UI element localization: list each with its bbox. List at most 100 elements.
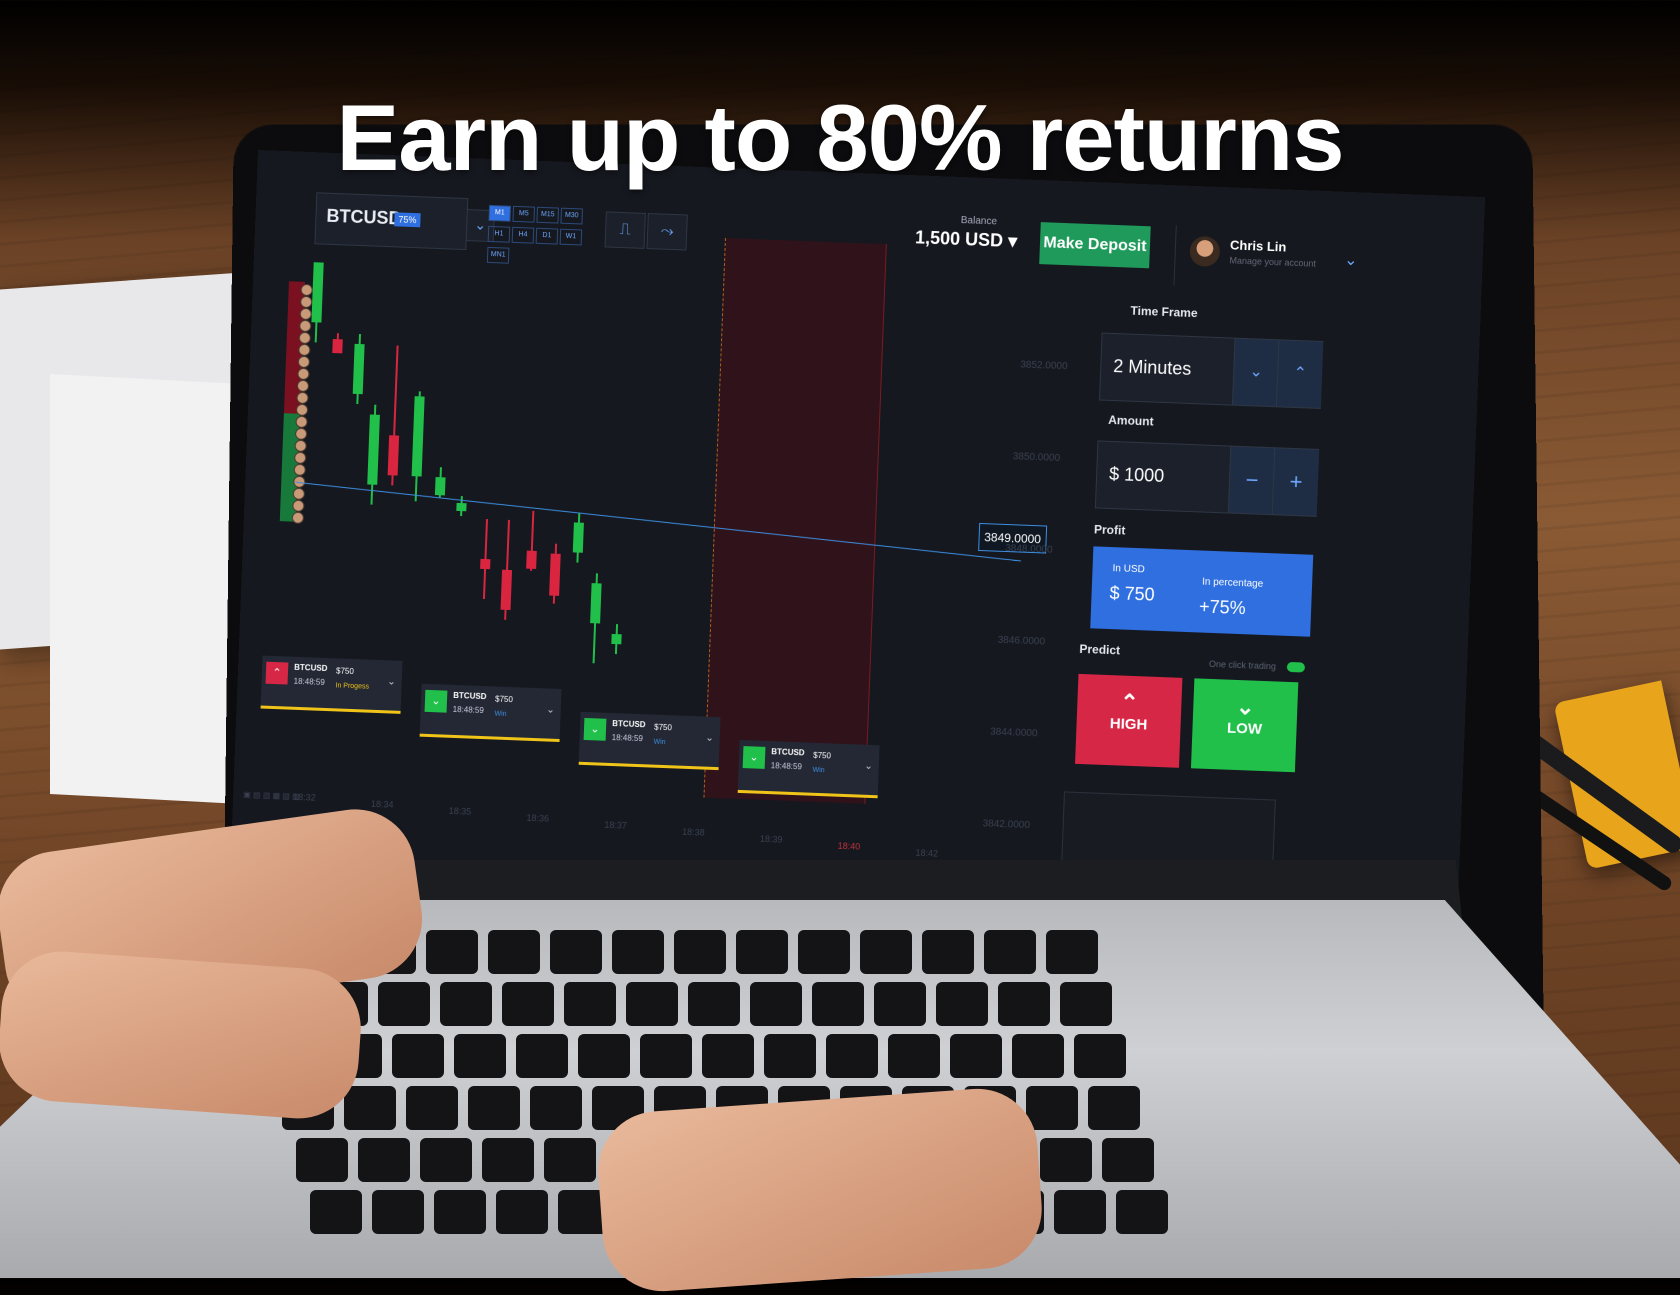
keyboard-key (888, 1034, 940, 1078)
amount-value: $ 1000 (1109, 464, 1165, 487)
keyboard-key (482, 1138, 534, 1182)
arrow-down-icon: ⌄ (584, 718, 607, 741)
account-subtitle: Manage your account (1229, 255, 1316, 268)
keyboard-key (1054, 1190, 1106, 1234)
keyboard-key (826, 1034, 878, 1078)
keyboard-key (496, 1190, 548, 1234)
keyboard-key (420, 1138, 472, 1182)
trade-card[interactable]: ⌄BTCUSD$75018:48:59Win⌄ (420, 684, 562, 742)
time-axis-label: 18:35 (449, 806, 472, 817)
profit-pct-label: In percentage (1202, 577, 1264, 590)
timeframe-increase-button[interactable]: ⌃ (1276, 340, 1324, 408)
symbol-payout-badge: 75% (394, 212, 421, 227)
timeframe-button-h4[interactable]: H4 (512, 227, 535, 244)
keyboard-key (936, 982, 988, 1026)
keyboard-key (750, 982, 802, 1026)
timeframe-value: 2 Minutes (1113, 356, 1192, 380)
timeframe-field[interactable]: 2 Minutes ⌄ ⌃ (1099, 333, 1323, 409)
time-axis-label: 18:42 (915, 848, 938, 859)
make-deposit-button[interactable]: Make Deposit (1039, 222, 1151, 268)
timeframe-button-mn1[interactable]: MN1 (487, 247, 510, 264)
indicators-icon[interactable]: ⤳ (646, 213, 687, 251)
time-axis-label: 18:39 (760, 834, 783, 845)
keyboard-key (516, 1034, 568, 1078)
keyboard-key (798, 930, 850, 974)
timeframe-button-m30[interactable]: M30 (560, 208, 583, 225)
trade-time: 18:48:59 (612, 733, 643, 743)
symbol-label: BTCUSD (326, 206, 402, 230)
chevron-down-icon[interactable]: ⌄ (864, 761, 873, 772)
timeframe-decrease-button[interactable]: ⌄ (1232, 339, 1280, 407)
profit-usd-label: In USD (1112, 563, 1145, 575)
account-menu[interactable]: Chris Lin Manage your account ⌄ (1173, 225, 1366, 292)
amount-field[interactable]: $ 1000 − + (1095, 440, 1319, 516)
keyboard-key (578, 1034, 630, 1078)
keyboard-key (372, 1190, 424, 1234)
trade-status: Win (653, 739, 665, 746)
one-click-toggle[interactable] (1287, 662, 1305, 673)
symbol-selector[interactable]: BTCUSD 75% ⌄ (314, 192, 468, 250)
timeframe-button-m5[interactable]: M5 (512, 206, 535, 223)
chevron-down-icon[interactable]: ⌄ (387, 676, 396, 687)
trade-time: 18:48:59 (771, 761, 802, 771)
arrow-down-icon: ⌄ (1193, 692, 1298, 722)
timeframe-button-d1[interactable]: D1 (536, 228, 559, 245)
avatar (1189, 236, 1220, 267)
keyboard-key (544, 1138, 596, 1182)
keyboard-key (440, 982, 492, 1026)
keyboard-key (1060, 982, 1112, 1026)
balance-label: Balance (961, 215, 998, 227)
keyboard-key (530, 1086, 582, 1130)
trade-symbol: BTCUSD (771, 747, 805, 757)
price-axis-label: 3850.0000 (1013, 451, 1061, 464)
trade-symbol: BTCUSD (453, 691, 487, 701)
trade-amount: $750 (654, 723, 672, 733)
trade-status: Win (494, 710, 506, 717)
trade-status: Win (812, 767, 824, 774)
keyboard-key (984, 930, 1036, 974)
timeframe-button-h1[interactable]: H1 (488, 226, 511, 243)
chart-type-icon[interactable]: ⎍ (605, 211, 646, 249)
timeframe-group: M1M5M15M30 H1H4D1W1 MN1 (486, 201, 598, 268)
keyboard-key (426, 930, 478, 974)
trade-symbol: BTCUSD (294, 663, 328, 673)
time-axis-label: 18:37 (604, 820, 627, 831)
low-button[interactable]: ⌄ LOW (1191, 678, 1298, 772)
keyboard-key (392, 1034, 444, 1078)
keyboard-key (950, 1034, 1002, 1078)
time-axis-label: 18:38 (682, 827, 705, 838)
price-axis-label: 3852.0000 (1020, 359, 1068, 372)
trade-amount: $750 (336, 666, 354, 676)
amount-increase-button[interactable]: + (1272, 448, 1320, 516)
balance-value[interactable]: 1,500 USD ▾ (915, 227, 1018, 252)
keyboard-key (310, 1190, 362, 1234)
arrow-up-icon: ⌃ (1077, 688, 1182, 718)
trade-card[interactable]: ⌃BTCUSD$75018:48:59In Progess⌄ (261, 656, 403, 714)
trade-card[interactable]: ⌄BTCUSD$75018:48:59Win⌄ (738, 740, 880, 798)
keyboard-key (674, 930, 726, 974)
high-label: HIGH (1110, 715, 1148, 733)
chevron-down-icon: ⌄ (1344, 250, 1358, 270)
time-axis-label: 18:40 (838, 841, 861, 852)
timeframe-button-m1[interactable]: M1 (488, 205, 511, 222)
timeframe-button-m15[interactable]: M15 (536, 207, 559, 224)
chevron-down-icon[interactable]: ⌄ (546, 704, 555, 715)
price-axis-label: 3846.0000 (998, 635, 1046, 648)
profit-label: Profit (1094, 522, 1126, 537)
keyboard-key (1088, 1086, 1140, 1130)
timeframe-button-w1[interactable]: W1 (560, 229, 583, 246)
keyboard-key (736, 930, 788, 974)
account-name: Chris Lin (1230, 237, 1287, 254)
headline: Earn up to 80% returns (0, 84, 1680, 192)
trade-card[interactable]: ⌄BTCUSD$75018:48:59Win⌄ (579, 712, 721, 770)
keyboard-key (454, 1034, 506, 1078)
amount-decrease-button[interactable]: − (1228, 447, 1276, 515)
trade-time: 18:48:59 (452, 705, 483, 715)
high-button[interactable]: ⌃ HIGH (1075, 674, 1182, 768)
keyboard-key (702, 1034, 754, 1078)
chevron-down-icon[interactable]: ⌄ (705, 733, 714, 744)
low-label: LOW (1227, 720, 1263, 738)
trade-status: In Progess (335, 682, 369, 690)
keyboard-key (296, 1138, 348, 1182)
keyboard-key (488, 930, 540, 974)
